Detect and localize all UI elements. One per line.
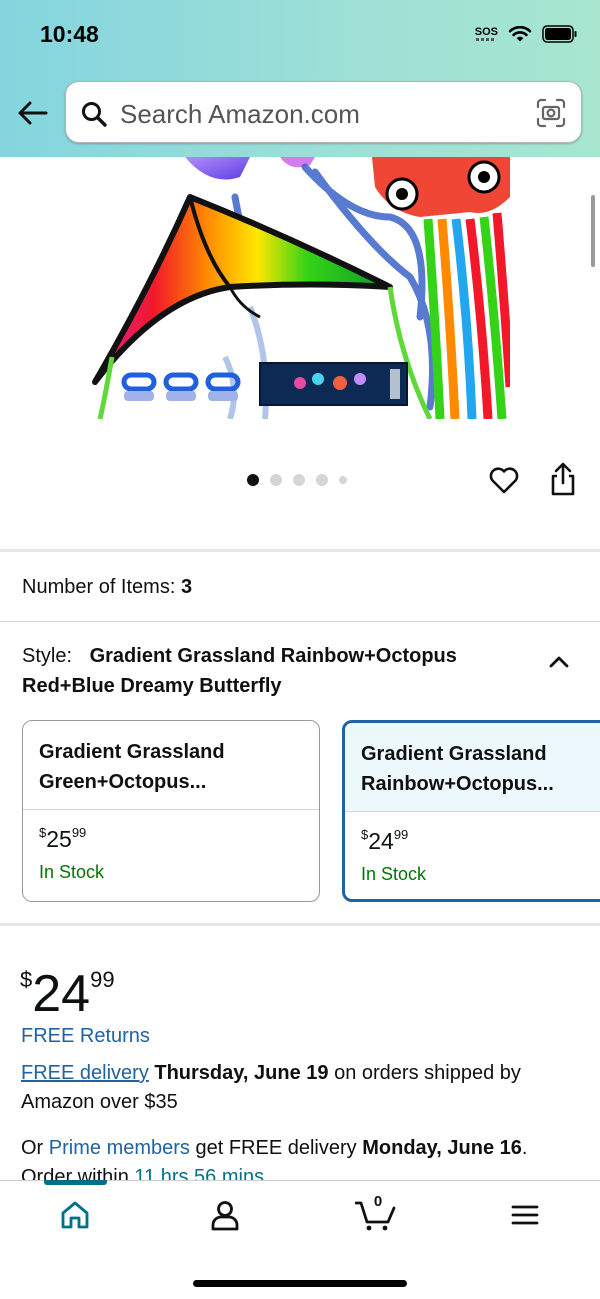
account-icon[interactable] <box>208 1198 242 1232</box>
section-divider <box>0 549 600 552</box>
carousel-dot[interactable] <box>293 474 305 486</box>
style-selector-header[interactable]: Style: Gradient Grassland Rainbow+Octopu… <box>22 641 532 701</box>
option-stock: In Stock <box>361 864 427 884</box>
style-value: Gradient Grassland Rainbow+Octopus Red+B… <box>22 645 457 697</box>
option-stock: In Stock <box>39 862 105 882</box>
image-carousel-dots[interactable] <box>247 474 347 486</box>
search-input[interactable]: Search Amazon.com <box>65 81 582 143</box>
scroll-indicator[interactable] <box>591 195 595 267</box>
option-title: Gradient Grassland Green+Octopus... <box>39 741 225 793</box>
option-price: $2499 <box>361 827 409 854</box>
carousel-dot[interactable] <box>339 476 347 484</box>
wifi-icon <box>508 25 532 42</box>
style-option-card[interactable]: Gradient Grassland Green+Octopus... $259… <box>22 720 320 902</box>
delivery-info: FREE delivery Thursday, June 19 on order… <box>21 1062 521 1113</box>
product-image[interactable] <box>90 157 510 419</box>
style-label: Style: <box>22 645 73 667</box>
carousel-dot[interactable] <box>270 474 282 486</box>
style-option-card-selected[interactable]: Gradient Grassland Rainbow+Octopus... $2… <box>342 720 600 902</box>
back-arrow-icon[interactable] <box>16 96 50 130</box>
heart-icon[interactable] <box>488 464 520 496</box>
share-icon[interactable] <box>548 461 578 497</box>
free-delivery-link[interactable]: FREE delivery <box>21 1062 149 1084</box>
search-icon <box>82 102 107 127</box>
camera-search-icon[interactable] <box>535 98 567 128</box>
menu-icon[interactable] <box>508 1198 542 1232</box>
search-placeholder: Search Amazon.com <box>120 99 360 129</box>
prime-delivery-date: Monday, June 16 <box>362 1137 522 1159</box>
status-icons: SOS <box>475 25 578 43</box>
sos-indicator: SOS <box>475 27 498 41</box>
chevron-up-icon[interactable] <box>547 650 571 674</box>
battery-icon <box>542 25 577 43</box>
cart-count: 0 <box>373 1193 383 1210</box>
carousel-dot[interactable] <box>316 474 328 486</box>
prime-delivery-info: Or Prime members get FREE delivery Monda… <box>21 1137 528 1159</box>
home-icon[interactable] <box>58 1198 92 1232</box>
option-price: $2599 <box>39 825 87 852</box>
section-divider <box>0 923 600 926</box>
number-of-items: Number of Items: 3 <box>22 576 193 598</box>
nav-active-indicator <box>44 1180 107 1185</box>
status-time: 10:48 <box>40 21 99 47</box>
delivery-date: Thursday, June 19 <box>154 1062 329 1084</box>
option-title: Gradient Grassland Rainbow+Octopus... <box>361 743 554 795</box>
header: 10:48 SOS Search Amazon.com <box>0 0 600 157</box>
number-of-items-value: 3 <box>180 576 193 598</box>
home-indicator <box>193 1280 407 1287</box>
product-price: $2499 <box>20 965 115 1023</box>
free-returns-link[interactable]: FREE Returns <box>21 1025 150 1048</box>
carousel-dot-active[interactable] <box>247 474 259 486</box>
prime-members-link[interactable]: Prime members <box>49 1137 190 1159</box>
section-divider <box>0 621 600 622</box>
